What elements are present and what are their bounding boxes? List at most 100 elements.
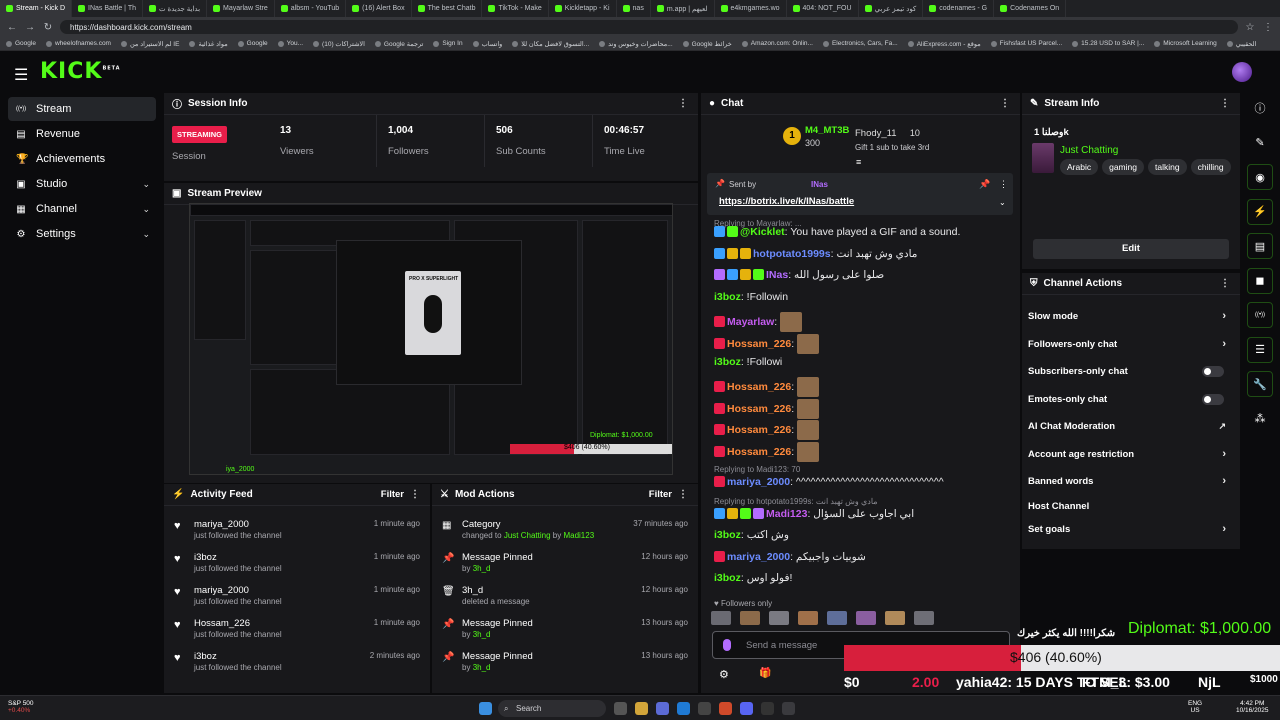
chevron-right-icon[interactable]: › [1222,310,1226,322]
chat-message[interactable]: i3boz: فولو اوس! [714,572,792,584]
chat-username[interactable]: mariya_2000 [727,476,790,488]
browser-tab[interactable]: Kickletapp - Ki [549,0,617,17]
stream-tag[interactable]: Arabic [1060,159,1099,175]
bookmark-item[interactable]: Google خرائط [682,40,732,48]
bookmark-item[interactable]: Google [237,40,268,47]
sidebar-item-revenue[interactable]: ▤ Revenue [8,122,156,146]
channel-action-slow-mode[interactable]: Slow mode › [1028,303,1234,329]
chat-username[interactable]: mariya_2000 [727,551,790,563]
bookmark-item[interactable]: لم الاستيراد من IE [120,40,179,48]
sidebar-item-stream[interactable]: ((•)) Stream [8,97,156,121]
browser-tab[interactable]: albsm - YouTub [275,0,347,17]
pinned-message[interactable]: 📌 Sent by INas https://botrix.live/k/INa… [707,173,1013,215]
chat-username[interactable]: i3boz [714,291,741,303]
bookmark-item[interactable]: Electronics, Cars, Fa... [822,40,898,47]
bookmark-item[interactable]: Fishsfast US Parcel... [990,40,1062,47]
activity-filter-button[interactable]: Filter [381,489,404,500]
more-icon[interactable]: ⋮ [678,98,688,109]
chat-username[interactable]: INas [766,269,788,281]
unpin-icon[interactable]: 📌 [979,179,990,190]
chat-message[interactable]: Madi123: ابي اجاوب على السؤال [714,508,914,520]
menu-icon[interactable]: ☰ [14,65,28,85]
emote-icon[interactable] [914,611,934,625]
wrench-icon[interactable]: 🔧 [1247,371,1273,397]
bookmark-item[interactable]: واتساب [472,40,502,48]
chat-message[interactable]: Hossam_226: [714,442,820,462]
emote-icon[interactable] [740,611,760,625]
chat-message[interactable]: mariya_2000: ^^^^^^^^^^^^^^^^^^^^^^^^^^^… [714,476,944,488]
chat-username[interactable]: Hossam_226 [727,338,791,350]
reload-icon[interactable]: ↻ [42,22,54,33]
activity-item[interactable]: ♥ i3boz just followed the channel 2 minutes… [164,648,430,681]
browser-tab[interactable]: INas Battle | Th [72,0,143,17]
obs-icon[interactable] [761,702,774,715]
chat-username[interactable]: i3boz [714,572,741,584]
mod-action-item[interactable]: ▦ Category changed to Just Chatting by Mad… [432,516,698,549]
bookmark-item[interactable]: الاشتراكات (10) [313,40,365,48]
external-link-icon[interactable]: ↗ [1218,421,1226,432]
bookmark-item[interactable]: Sign In [433,40,463,47]
bookmark-item[interactable]: مواد غذائية [189,40,228,48]
mod-action-highlight[interactable]: 3h_d [473,564,491,573]
list-icon[interactable]: ☰ [1247,336,1273,363]
sidebar-item-achievements[interactable]: 🏆 Achievements [8,147,156,171]
collapse-icon[interactable]: ≡ [856,157,861,167]
windows-start-icon[interactable] [479,702,492,715]
browser-tab[interactable]: كود تيمز عربي [859,0,924,17]
sidebar-item-settings[interactable]: ⚙ Settings ⌄ [8,222,156,246]
chat-icon[interactable]: ◼ [1247,267,1273,294]
chat-message[interactable]: Mayarlaw: [714,312,803,332]
activity-item[interactable]: ♥ i3boz just followed the channel 1 minute … [164,549,430,582]
browser-tab[interactable]: nas [617,0,651,17]
chat-username[interactable]: i3boz [714,529,741,541]
info-icon[interactable]: ⓘ [1247,95,1273,121]
connections-icon[interactable]: ⁂ [1247,406,1273,432]
gift-icon[interactable]: 🎁 [759,668,771,679]
app-icon[interactable] [782,702,795,715]
browser-tab[interactable]: e4kmgames.wo [715,0,787,17]
emote-icon[interactable] [885,611,905,625]
bookmark-item[interactable]: محاضرات وخيوس وند... [599,40,673,48]
pinned-link[interactable]: https://botrix.live/k/INas/battle [719,196,854,207]
bookmark-item[interactable]: Amazon.com: Onlin... [741,40,813,47]
stream-tag[interactable]: chilling [1190,159,1231,175]
bookmark-item[interactable]: You... [277,40,303,47]
chat-username[interactable]: Hossam_226 [727,446,791,458]
emote-icon[interactable] [856,611,876,625]
chat-message[interactable]: i3boz: !Followin [714,291,788,303]
bookmark-item[interactable]: 15.28 USD to SAR |... [1072,40,1144,47]
stream-preview-video[interactable]: PRO X SUPERLIGHT $406 (40.60%) Diplomat:… [189,203,673,475]
mod-filter-button[interactable]: Filter [649,489,672,500]
more-icon[interactable]: ⋮ [410,489,420,500]
mod-action-highlight[interactable]: Madi123 [563,531,594,540]
task-view-icon[interactable] [614,702,627,715]
stream-tag[interactable]: gaming [1102,159,1144,175]
bookmark-item[interactable]: التسوق لافضل مكان للا... [512,40,589,48]
bookmark-item[interactable]: AliExpress.com - موقع [907,40,981,48]
browser-tab[interactable]: Codenames On [994,0,1067,17]
broadcast-icon[interactable]: ((•)) [1247,302,1273,328]
clock[interactable]: 4:42 PM 10/16/2025 [1236,700,1269,714]
camera-icon[interactable]: ◉ [1247,164,1273,190]
chevron-down-icon[interactable]: ⌄ [142,204,150,215]
chat-message[interactable]: Hossam_226: [714,377,820,397]
channel-action-followers-only-chat[interactable]: Followers-only chat › [1028,331,1234,357]
browser-tab[interactable]: Mayarlaw Stre [207,0,275,17]
app-icon[interactable] [698,702,711,715]
emote-icon[interactable] [798,611,818,625]
chevron-right-icon[interactable]: › [1222,523,1226,535]
avatar[interactable] [1232,62,1252,82]
chat-message[interactable]: @Kicklet: You have played a GIF and a so… [714,226,960,238]
bookmark-item[interactable]: wheelofnames.com [45,40,111,47]
sidebar-item-channel[interactable]: ▦ Channel ⌄ [8,197,156,221]
browser-tab[interactable]: TikTok - Make [482,0,549,17]
browser-tab[interactable]: m.app | لعيهم [651,0,715,17]
emote-icon[interactable] [711,611,731,625]
mod-action-item[interactable]: 📌 Message Pinned by 3h_d 12 hours ago [432,549,698,582]
bookmark-item[interactable]: Google ترجمة [374,40,423,48]
forward-icon[interactable]: → [24,22,36,33]
more-icon[interactable]: ⋮ [1220,98,1230,109]
edit-button[interactable]: Edit [1033,239,1229,259]
browser-tab[interactable]: codenames - G [923,0,995,17]
taskbar-search[interactable]: ⌕ Search [498,700,606,717]
